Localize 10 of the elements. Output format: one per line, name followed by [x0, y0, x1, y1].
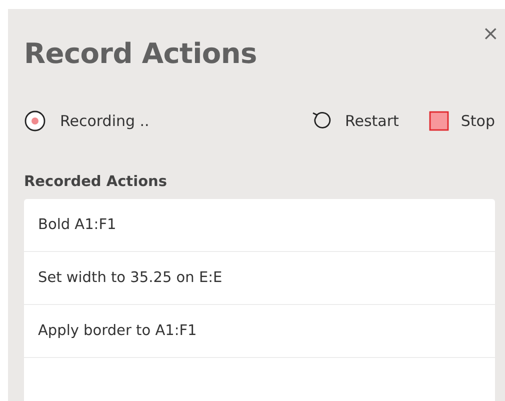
section-heading: Recorded Actions	[24, 174, 167, 190]
restart-button[interactable]: Restart	[310, 110, 399, 132]
close-button[interactable]: ×	[480, 23, 501, 43]
recording-status: Recording ..	[60, 112, 150, 130]
action-item[interactable]: Bold A1:F1	[24, 199, 495, 252]
action-item[interactable]: Set width to 35.25 on E:E	[24, 252, 495, 305]
action-item[interactable]: Apply border to A1:F1	[24, 305, 495, 358]
stop-button[interactable]: Stop	[428, 111, 495, 131]
pane-title: Record Actions	[24, 37, 257, 70]
stop-icon	[428, 111, 449, 131]
